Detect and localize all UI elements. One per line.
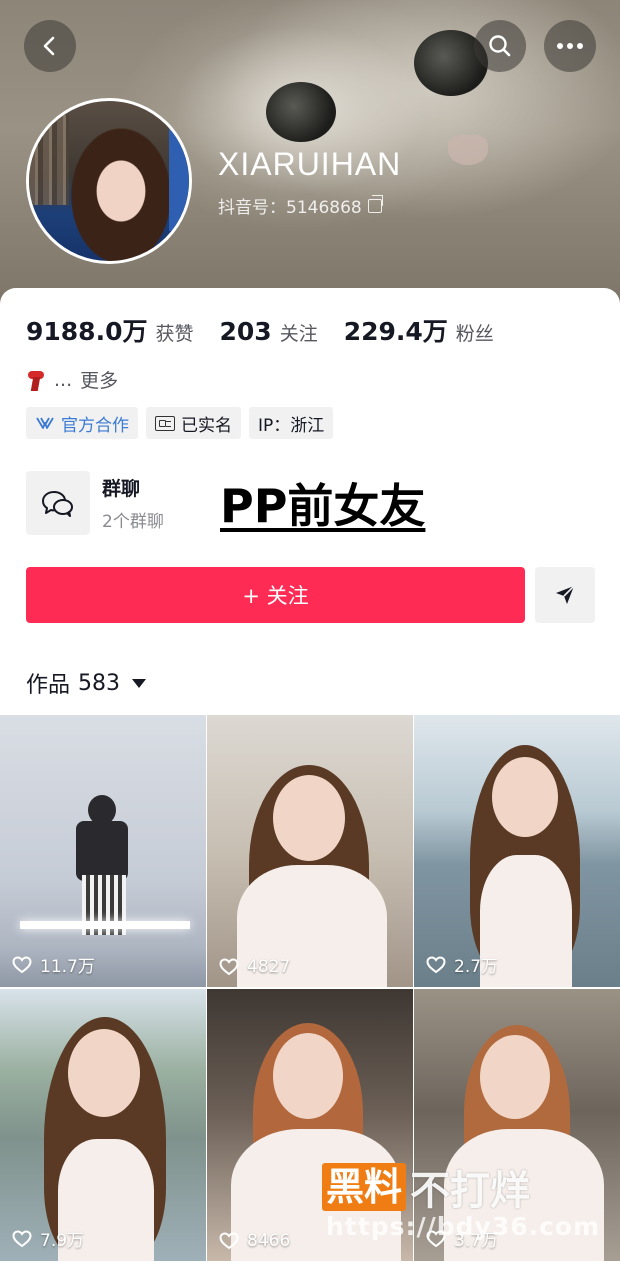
stat-following[interactable]: 203 关注 — [220, 317, 318, 346]
ip-location-tag: IP：浙江 — [249, 407, 334, 439]
copy-icon[interactable] — [367, 194, 383, 213]
group-chat-icon — [42, 491, 73, 517]
group-chat-text: 群聊 2个群聊 — [102, 474, 164, 532]
group-chat-title: 群聊 — [102, 478, 141, 500]
stat-likes[interactable]: 9188.0万 获赞 — [26, 312, 194, 348]
official-cooperation-icon — [36, 417, 54, 429]
video-likes-count: 7.9万 — [40, 1231, 85, 1251]
stat-label: 关注 — [279, 323, 318, 345]
group-chat-subtitle: 2个群聊 — [102, 512, 164, 532]
video-likes: 11.7万 — [12, 952, 95, 977]
video-thumbnail[interactable]: 11.7万 — [0, 715, 206, 987]
bio-ellipsis: ... — [54, 368, 73, 391]
ip-location-label: IP：浙江 — [258, 415, 325, 436]
dropdown-triangle-icon — [132, 678, 147, 688]
message-button[interactable] — [535, 567, 595, 623]
video-likes: 7.9万 — [12, 1226, 84, 1251]
username: XIARUIHAN — [218, 146, 402, 182]
video-thumbnail[interactable]: 4827 — [207, 715, 413, 987]
search-button[interactable] — [474, 20, 526, 72]
works-count: 583 — [78, 670, 121, 696]
stat-value: 203 — [219, 317, 272, 346]
thumbnail-figure — [273, 1033, 343, 1119]
stat-label: 获赞 — [155, 323, 194, 345]
official-cooperation-tag[interactable]: 官方合作 — [26, 407, 138, 439]
video-thumbnail[interactable]: 7.9万 — [0, 989, 206, 1261]
cover-image-detail — [266, 82, 336, 142]
watermark: 黑料 不打烊 — [322, 1158, 530, 1216]
thumbnail-figure — [20, 921, 190, 929]
works-tab[interactable]: 作品 583 — [26, 667, 147, 699]
avatar[interactable] — [26, 98, 192, 264]
search-icon — [489, 35, 511, 57]
heart-icon — [12, 1229, 32, 1247]
cover-image-detail — [448, 135, 488, 165]
video-likes: 4827 — [219, 957, 290, 977]
douyin-id[interactable]: 抖音号：5146868 — [218, 193, 383, 218]
verified-label: 已实名 — [181, 415, 232, 436]
overlay-caption: PP前女友 — [220, 479, 426, 533]
avatar-image-detail — [29, 115, 69, 205]
avatar-image-detail — [169, 121, 189, 231]
watermark-url: https://bdy36.com — [326, 1212, 601, 1241]
video-likes-count: 4827 — [247, 957, 291, 977]
thumbnail-figure — [68, 1029, 140, 1117]
watermark-text: 不打烊 — [410, 1168, 531, 1214]
more-options-button[interactable] — [544, 20, 596, 72]
works-label: 作品 — [26, 673, 71, 698]
video-likes-count: 11.7万 — [40, 957, 95, 977]
group-chat-entry[interactable]: 群聊 2个群聊 — [26, 471, 164, 535]
thumbnail-figure — [480, 1035, 550, 1119]
bio[interactable]: ... 更多 — [26, 366, 118, 393]
back-arrow-icon — [43, 36, 55, 56]
douyin-id-text: 抖音号：5146868 — [218, 198, 362, 218]
thumbnail-figure — [492, 757, 558, 837]
tags-row: 官方合作 已实名 IP：浙江 — [26, 407, 334, 439]
group-chat-icon-box — [26, 471, 90, 535]
video-likes-count: 2.7万 — [454, 957, 499, 977]
follow-button[interactable]: + 关注 — [26, 567, 525, 623]
heart-icon — [219, 1232, 239, 1250]
scarf-emoji-icon — [26, 369, 46, 391]
video-thumbnail[interactable]: 2.7万 — [414, 715, 620, 987]
stats-row: 9188.0万 获赞 203 关注 229.4万 粉丝 — [26, 312, 494, 348]
more-dots-icon — [557, 43, 583, 49]
video-likes: 8466 — [219, 1231, 290, 1251]
bio-more-link[interactable]: 更多 — [80, 366, 118, 393]
stat-followers[interactable]: 229.4万 粉丝 — [344, 312, 494, 348]
thumbnail-figure — [273, 775, 345, 861]
back-button[interactable] — [24, 20, 76, 72]
stat-value: 229.4万 — [343, 317, 448, 346]
watermark-box-text: 黑料 — [322, 1163, 407, 1211]
thumbnail-figure — [76, 821, 128, 881]
send-arrow-icon — [556, 585, 575, 604]
verified-tag[interactable]: 已实名 — [146, 407, 241, 439]
heart-icon — [426, 955, 446, 973]
official-cooperation-label: 官方合作 — [61, 415, 129, 436]
stat-value: 9188.0万 — [26, 317, 148, 346]
heart-icon — [219, 958, 239, 976]
video-likes-count: 8466 — [247, 1231, 291, 1251]
video-likes: 2.7万 — [426, 952, 498, 977]
id-card-icon — [155, 415, 175, 431]
heart-icon — [12, 955, 32, 973]
stat-label: 粉丝 — [455, 323, 494, 345]
